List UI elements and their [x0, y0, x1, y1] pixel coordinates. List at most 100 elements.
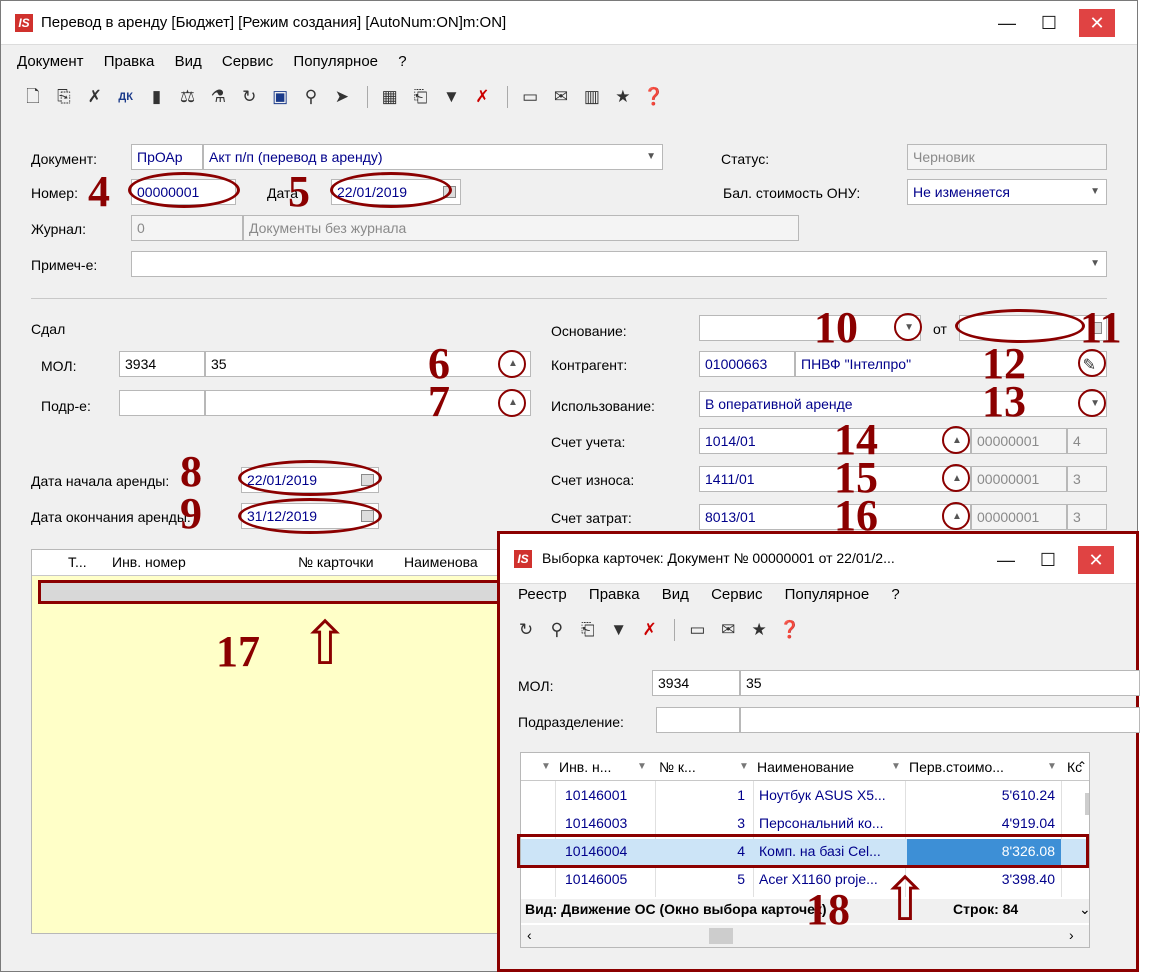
filter-icon[interactable]: ▼: [439, 85, 463, 109]
col-name[interactable]: Наименование: [757, 759, 854, 775]
annotation-13: 13: [982, 377, 1026, 426]
favorite-icon[interactable]: ★: [747, 618, 771, 642]
wear-label: Счет износа:: [551, 472, 635, 488]
filter-icon[interactable]: ▼: [1047, 761, 1057, 772]
mol-code-field[interactable]: 3934: [119, 351, 205, 377]
horizontal-scrollbar[interactable]: ‹ ›: [521, 925, 1089, 947]
maximize-button[interactable]: ☐: [1030, 546, 1066, 574]
scrollbar-thumb[interactable]: [709, 928, 733, 944]
bal-select[interactable]: Не изменяется ▼: [907, 179, 1107, 205]
minimize-button[interactable]: —: [989, 9, 1025, 37]
cards-list-header: ▼ Инв. н... ▼ № к... ▼ Наименование ▼ Пе…: [521, 753, 1089, 781]
scroll-right-icon[interactable]: ›: [1069, 927, 1074, 943]
col-type[interactable]: Т...: [68, 554, 87, 570]
mol-name-field[interactable]: 35: [205, 351, 531, 377]
scroll-up-icon[interactable]: ⌃: [1077, 759, 1087, 773]
dept-code-field[interactable]: [119, 390, 205, 416]
barcode-icon[interactable]: ▥: [580, 85, 604, 109]
dialog-dept-name[interactable]: [740, 707, 1140, 733]
note-select[interactable]: ▼: [131, 251, 1107, 277]
new-doc-icon[interactable]: 🗋: [21, 85, 45, 109]
close-button[interactable]: ✕: [1078, 546, 1114, 574]
items-grid[interactable]: Т... Инв. номер № карточки Наименова: [31, 549, 502, 934]
document-type-select[interactable]: Акт п/п (перевод в аренду) ▼: [203, 144, 663, 170]
dialog-title: Выборка карточек: Документ № 00000001 от…: [542, 550, 895, 566]
filter-nav-icon[interactable]: ➤: [330, 85, 354, 109]
mail-icon[interactable]: ✉: [716, 618, 740, 642]
find-icon[interactable]: ⚲: [299, 85, 323, 109]
scroll-left-icon[interactable]: ‹: [527, 927, 532, 943]
grid-icon[interactable]: ▦: [378, 85, 402, 109]
close-button[interactable]: ✕: [1079, 9, 1115, 37]
favorite-icon[interactable]: ★: [611, 85, 635, 109]
scroll-down-icon[interactable]: ⌄: [1079, 901, 1089, 918]
list-item[interactable]: 10146001 1 Ноутбук ASUS X5... 5'610.24: [521, 783, 1089, 809]
col-card[interactable]: № карточки: [298, 554, 374, 570]
dept-name-field[interactable]: [205, 390, 531, 416]
form-icon[interactable]: ▭: [685, 618, 709, 642]
filter-icon[interactable]: ▼: [739, 761, 749, 772]
refresh-icon[interactable]: ↻: [514, 618, 538, 642]
menu-service[interactable]: Сервис: [711, 586, 762, 603]
account-n-field: 4: [1067, 428, 1107, 454]
filter-icon[interactable]: ▼: [891, 761, 901, 772]
help-icon[interactable]: ❓: [778, 618, 802, 642]
post-icon[interactable]: ▮: [145, 85, 169, 109]
separator: [31, 298, 1107, 299]
annotation-4: 4: [88, 167, 110, 216]
account-sub-field: 00000001: [971, 428, 1067, 454]
menu-popular[interactable]: Популярное: [293, 53, 378, 70]
col-cost[interactable]: Перв.стоимо...: [909, 759, 1004, 775]
filter-icon[interactable]: ▼: [541, 761, 551, 772]
clear-filter-icon[interactable]: ✗: [638, 618, 662, 642]
menu-help[interactable]: ?: [891, 586, 899, 603]
menu-service[interactable]: Сервис: [222, 53, 273, 70]
menu-document[interactable]: Документ: [17, 53, 84, 70]
export-icon[interactable]: ⎗: [409, 85, 433, 109]
export-icon[interactable]: ⎗: [576, 618, 600, 642]
footer-view: Вид: Движение ОС (Окно выбора карточек): [525, 901, 827, 917]
help-icon[interactable]: ❓: [642, 85, 666, 109]
form-icon[interactable]: ▭: [518, 85, 542, 109]
maximize-button[interactable]: ☐: [1031, 9, 1067, 37]
dialog-dept-code[interactable]: [656, 707, 740, 733]
filter-icon[interactable]: ▼: [637, 761, 647, 772]
tax-icon[interactable]: ⚖: [175, 85, 199, 109]
menu-edit[interactable]: Правка: [104, 53, 155, 70]
menu-edit[interactable]: Правка: [589, 586, 640, 603]
counterparty-code-field[interactable]: 01000663: [699, 351, 795, 377]
col-inv[interactable]: Инв. номер: [112, 554, 186, 570]
table-row[interactable]: [38, 580, 502, 604]
menu-view[interactable]: Вид: [662, 586, 689, 603]
refresh-icon[interactable]: ↻: [237, 85, 261, 109]
save-icon[interactable]: ▣: [268, 85, 292, 109]
copy-doc-icon[interactable]: ⎘: [52, 85, 76, 109]
mail-icon[interactable]: ✉: [549, 85, 573, 109]
minimize-button[interactable]: —: [988, 546, 1024, 574]
dialog-mol-name[interactable]: 35: [740, 670, 1140, 696]
menu-help[interactable]: ?: [398, 53, 406, 70]
highlight-oval: [238, 460, 382, 496]
dk-icon[interactable]: ДК: [114, 85, 138, 109]
col-card[interactable]: № к...: [659, 759, 696, 775]
counterparty-name-field[interactable]: ПНВФ "Інтелпро" ✎: [795, 351, 1107, 377]
clear-filter-icon[interactable]: ✗: [470, 85, 494, 109]
dialog-mol-code[interactable]: 3934: [652, 670, 740, 696]
col-name[interactable]: Наименова: [404, 554, 478, 570]
document-code-field[interactable]: ПрОАр: [131, 144, 203, 170]
filter-icon[interactable]: ▼: [607, 618, 631, 642]
menu-registry[interactable]: Реестр: [518, 586, 567, 603]
balance-icon[interactable]: ⚗: [206, 85, 230, 109]
col-inv[interactable]: Инв. н...: [559, 759, 611, 775]
usage-select[interactable]: В оперативной аренде ▼: [699, 391, 1107, 417]
delete-doc-icon[interactable]: ✗: [83, 85, 107, 109]
basis-select[interactable]: ▼: [699, 315, 921, 341]
annotation-8: 8: [180, 447, 202, 496]
annotation-9: 9: [180, 489, 202, 538]
search-icon[interactable]: ⚲: [545, 618, 569, 642]
menu-popular[interactable]: Популярное: [785, 586, 870, 603]
annotation-11: 11: [1080, 303, 1122, 352]
menu-view[interactable]: Вид: [175, 53, 202, 70]
dept-label: Подр-е:: [41, 398, 91, 414]
list-item[interactable]: 10146005 5 Acer X1160 proje... 3'398.40: [521, 867, 1089, 893]
